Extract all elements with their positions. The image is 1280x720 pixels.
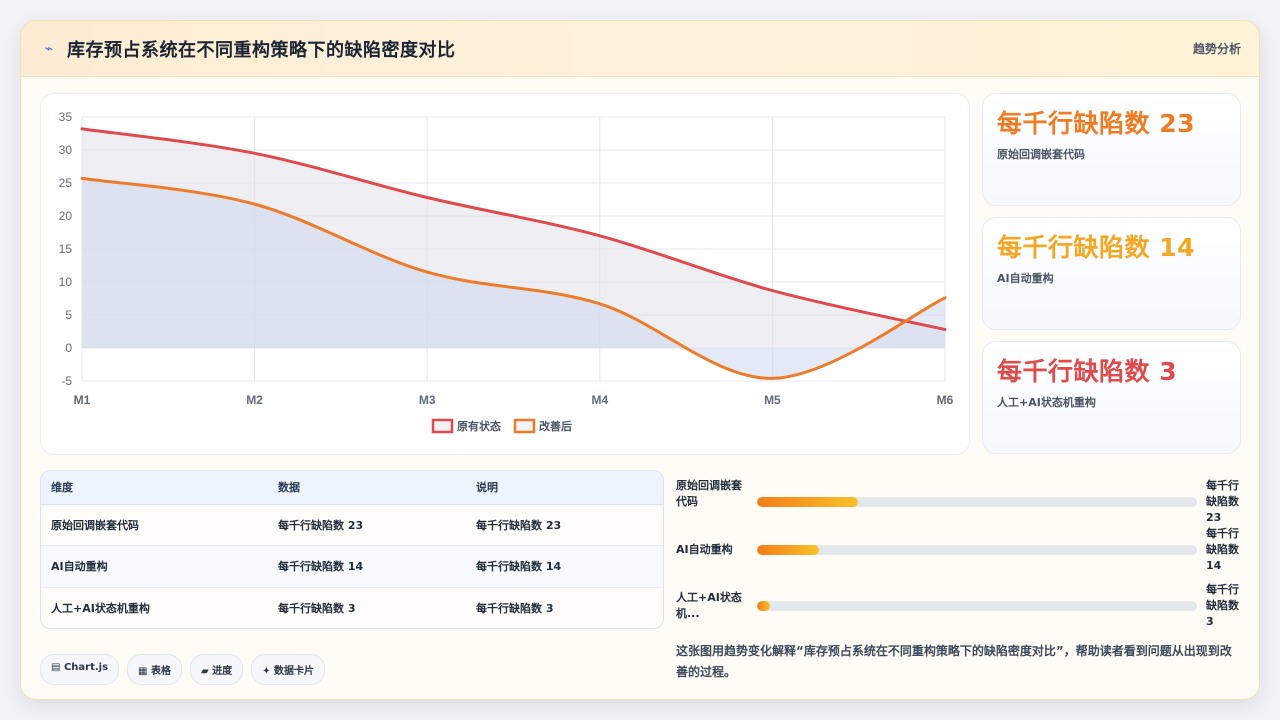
chip-label: 表格 — [150, 666, 171, 677]
y-tick-label: 20 — [59, 209, 73, 223]
legend-swatch — [431, 418, 454, 434]
progress-label: AI自动重构 — [676, 543, 733, 556]
chip-label: Chart.js — [63, 662, 109, 673]
kpi-card-human-ai: 每千行缺陷数 3 人工+AI状态机重构 — [982, 341, 1241, 454]
kpi-label: AI自动重构 — [997, 272, 1054, 285]
tech-chips: ▤ Chart.js ▦ 表格 ▰ 进度 ✦ 数据卡片 — [40, 654, 326, 685]
progress-fill — [757, 497, 859, 507]
progress-track — [757, 601, 1197, 611]
y-tick-label: 25 — [59, 176, 73, 190]
kpi-card-ai-refactor: 每千行缺陷数 14 AI自动重构 — [982, 217, 1241, 330]
legend-swatch — [513, 418, 536, 434]
table-cell: 每千行缺陷数 23 — [466, 504, 663, 546]
y-tick-label: 10 — [59, 275, 73, 289]
chip-data-card[interactable]: ✦ 数据卡片 — [251, 654, 326, 685]
y-tick-label: -5 — [61, 374, 72, 388]
progress-track — [757, 545, 1197, 555]
line-chart-card: -5 0 5 10 15 20 25 30 35 M1 M2 M3 M4 M5 M6 原有状态 改善后 — [40, 93, 970, 455]
progress-icon: ▰ — [200, 666, 209, 677]
progress-label: 原始回调嵌套代码 — [676, 479, 742, 508]
progress-list: 原始回调嵌套代码 每千行缺陷数 23 AI自动重构 每千行缺陷数 14 人工+A… — [676, 470, 1241, 630]
chart-icon: ▤ — [51, 662, 61, 673]
chip-label: 进度 — [212, 666, 233, 677]
kpi-label: 原始回调嵌套代码 — [997, 148, 1085, 161]
table-cell: AI自动重构 — [41, 545, 268, 588]
progress-row: AI自动重构 每千行缺陷数 14 — [676, 527, 1241, 590]
x-tick-label: M6 — [937, 393, 954, 407]
dashboard-frame: ⌁ 库存预占系统在不同重构策略下的缺陷密度对比 趋势分析 -5 0 5 10 15 20 2… — [20, 20, 1260, 700]
y-tick-label: 5 — [65, 308, 72, 322]
x-tick-label: M2 — [246, 393, 263, 407]
kpi-label: 人工+AI状态机重构 — [997, 396, 1096, 409]
x-tick-label: M1 — [74, 393, 91, 407]
table-icon: ▦ — [138, 666, 148, 677]
progress-label: 人工+AI状态机... — [676, 591, 742, 620]
kpi-value: 每千行缺陷数 14 — [997, 233, 1195, 262]
progress-track — [757, 497, 1197, 507]
progress-row: 原始回调嵌套代码 每千行缺陷数 23 — [676, 478, 1241, 534]
y-tick-label: 0 — [65, 341, 72, 355]
y-tick-label: 30 — [59, 143, 73, 157]
header-title-group: ⌁ 库存预占系统在不同重构策略下的缺陷密度对比 — [41, 36, 456, 62]
table-row: 人工+AI状态机重构 每千行缺陷数 3 每千行缺陷数 3 — [41, 587, 663, 628]
table-row: AI自动重构 每千行缺陷数 14 每千行缺陷数 14 — [41, 545, 663, 588]
y-tick-label: 15 — [59, 242, 73, 256]
x-tick-label: M3 — [419, 393, 436, 407]
column-header-note: 说明 — [466, 471, 663, 505]
chip-label: 数据卡片 — [274, 666, 315, 677]
line-chart: -5 0 5 10 15 20 25 30 35 M1 M2 M3 M4 M5 M6 原有状态 改善后 — [59, 110, 954, 434]
table-cell: 每千行缺陷数 3 — [476, 602, 554, 615]
x-tick-label: M5 — [764, 393, 781, 407]
chip-progress[interactable]: ▰ 进度 — [189, 654, 244, 685]
table-cell: 每千行缺陷数 14 — [466, 545, 663, 588]
table-cell: 原始回调嵌套代码 — [41, 504, 268, 546]
trend-line-icon: ⌁ — [44, 40, 54, 57]
column-header-data: 数据 — [268, 471, 466, 505]
progress-value: 每千行缺陷数 14 — [1206, 527, 1239, 572]
table-cell: 人工+AI状态机重构 — [51, 602, 150, 615]
summary-text: 这张图用趋势变化解释“库存预占系统在不同重构策略下的缺陷密度对比”，帮助读者看到… — [676, 644, 1232, 679]
table-cell: 每千行缺陷数 3 — [278, 602, 356, 615]
header-bar: ⌁ 库存预占系统在不同重构策略下的缺陷密度对比 趋势分析 — [21, 21, 1259, 77]
legend-label: 改善后 — [539, 419, 572, 433]
progress-fill — [757, 601, 771, 611]
progress-value: 每千行缺陷数 23 — [1206, 479, 1239, 524]
trend-analysis-tag: 趋势分析 — [1192, 42, 1241, 56]
table-cell: 每千行缺陷数 23 — [268, 504, 466, 546]
data-table-card: 维度 数据 说明 原始回调嵌套代码 每千行缺陷数 23 每千行缺陷数 23 AI… — [40, 470, 664, 629]
data-table: 维度 数据 说明 原始回调嵌套代码 每千行缺陷数 23 每千行缺陷数 23 AI… — [41, 471, 663, 628]
chip-table[interactable]: ▦ 表格 — [127, 654, 182, 685]
y-tick-label: 35 — [59, 110, 73, 124]
column-header-dimension: 维度 — [41, 471, 268, 505]
page-title: 库存预占系统在不同重构策略下的缺陷密度对比 — [67, 39, 456, 61]
chip-chartjs[interactable]: ▤ Chart.js — [40, 654, 120, 685]
kpi-value: 每千行缺陷数 3 — [997, 357, 1178, 386]
table-header-row: 维度 数据 说明 — [41, 471, 663, 505]
card-icon: ✦ — [262, 666, 271, 677]
progress-fill — [757, 545, 819, 555]
kpi-card-original: 每千行缺陷数 23 原始回调嵌套代码 — [982, 93, 1241, 206]
x-tick-label: M4 — [591, 393, 608, 407]
table-cell: 每千行缺陷数 14 — [268, 545, 466, 588]
legend-label: 原有状态 — [457, 419, 501, 433]
progress-row: 人工+AI状态机... 每千行缺陷数 3 — [676, 583, 1241, 646]
progress-value: 每千行缺陷数 3 — [1206, 583, 1239, 628]
table-row: 原始回调嵌套代码 每千行缺陷数 23 每千行缺陷数 23 — [41, 504, 663, 546]
kpi-value: 每千行缺陷数 23 — [997, 109, 1195, 138]
